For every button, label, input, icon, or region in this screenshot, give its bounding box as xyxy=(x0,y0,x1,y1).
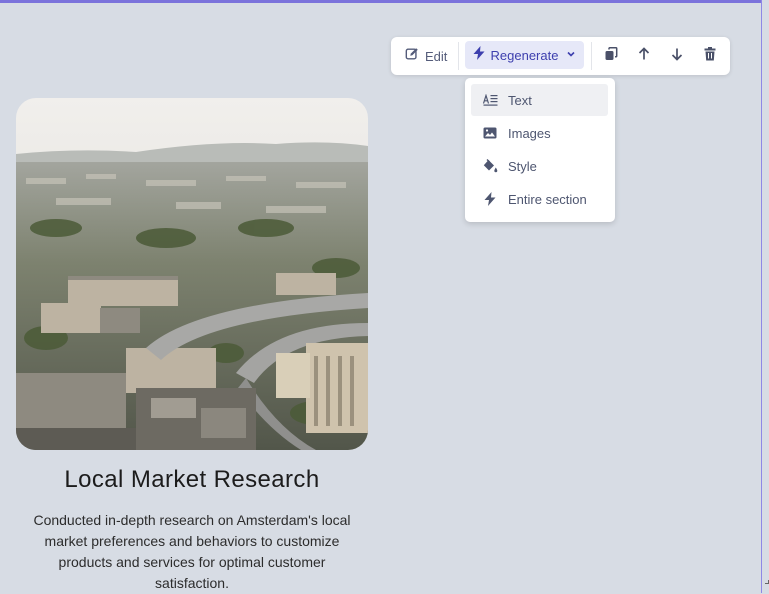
section-toolbar: Edit Regenerate xyxy=(391,37,730,75)
edit-label: Edit xyxy=(425,48,448,64)
menu-item-images[interactable]: Images xyxy=(471,117,608,149)
edit-icon xyxy=(405,47,419,66)
menu-item-label: Style xyxy=(508,158,537,174)
paint-bucket-icon xyxy=(482,158,498,174)
toolbar-divider xyxy=(591,42,592,70)
bolt-icon xyxy=(473,45,485,65)
image-icon xyxy=(482,125,498,141)
menu-item-text[interactable]: Text xyxy=(471,84,608,116)
delete-button[interactable] xyxy=(698,44,722,68)
regenerate-button[interactable]: Regenerate xyxy=(465,41,584,69)
regenerate-label: Regenerate xyxy=(490,47,559,63)
menu-item-label: Text xyxy=(508,92,532,108)
duplicate-icon xyxy=(604,46,618,66)
resize-handle[interactable] xyxy=(765,580,769,584)
edit-button[interactable]: Edit xyxy=(399,43,453,69)
city-aerial-photo xyxy=(16,98,368,450)
text-icon xyxy=(482,92,498,108)
card-title: Local Market Research xyxy=(64,466,320,493)
move-up-button[interactable] xyxy=(632,44,656,68)
arrow-up-icon xyxy=(637,46,651,66)
duplicate-button[interactable] xyxy=(599,44,623,68)
menu-item-entire-section[interactable]: Entire section xyxy=(471,183,608,215)
menu-item-label: Entire section xyxy=(508,191,587,207)
selection-top-border xyxy=(0,0,762,3)
menu-item-style[interactable]: Style xyxy=(471,150,608,182)
selection-right-border xyxy=(761,0,762,593)
regenerate-menu: Text Images Style Entire section xyxy=(465,78,615,222)
bolt-icon xyxy=(482,191,498,207)
card-description: Conducted in-depth research on Amsterdam… xyxy=(33,512,351,591)
chevron-down-icon xyxy=(566,46,576,64)
toolbar-divider xyxy=(458,42,459,70)
trash-icon xyxy=(704,46,716,66)
menu-item-label: Images xyxy=(508,125,551,141)
move-down-button[interactable] xyxy=(665,44,689,68)
arrow-down-icon xyxy=(670,47,684,66)
